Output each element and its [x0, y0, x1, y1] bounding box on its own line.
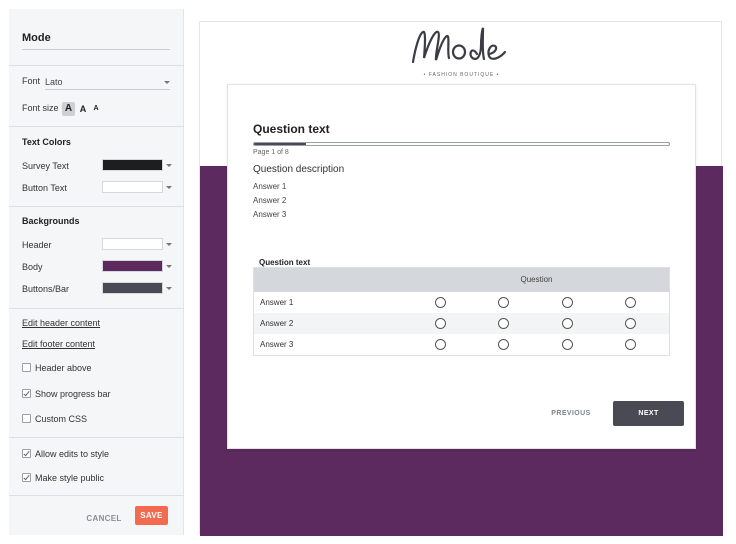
style-editor-app: Mode Font Lato Font size A A A Text Colo…: [0, 0, 736, 544]
font-label: Font: [22, 76, 41, 86]
edit-footer-link[interactable]: Edit footer content: [22, 339, 95, 349]
body-bg-label: Body: [22, 262, 43, 272]
chevron-down-icon[interactable]: [166, 287, 172, 290]
radio-button[interactable]: [498, 318, 509, 329]
matrix-row: Answer 1: [254, 292, 669, 313]
radio-button[interactable]: [562, 318, 573, 329]
save-button[interactable]: SAVE: [135, 506, 168, 525]
divider: [9, 437, 184, 438]
chevron-down-icon[interactable]: [166, 265, 172, 268]
page-indicator: Page 1 of 8: [253, 149, 289, 156]
radio-button[interactable]: [562, 339, 573, 350]
show-progress-bar-checkbox[interactable]: [22, 389, 31, 398]
divider: [9, 126, 184, 127]
matrix-header: Question: [254, 268, 669, 292]
divider: [9, 308, 184, 309]
chevron-down-icon[interactable]: [166, 186, 172, 189]
next-button[interactable]: NEXT: [613, 401, 684, 426]
chevron-down-icon[interactable]: [166, 164, 172, 167]
matrix-table: Question Answer 1 Answer 2 Answer 3: [253, 267, 670, 356]
backgrounds-heading: Backgrounds: [22, 216, 80, 226]
chevron-down-icon[interactable]: [166, 243, 172, 246]
radio-button[interactable]: [435, 318, 446, 329]
allow-edits-checkbox[interactable]: [22, 449, 31, 458]
font-size-label: Font size: [22, 103, 59, 113]
theme-name[interactable]: Mode: [22, 32, 51, 44]
matrix-row-label: Answer 2: [260, 319, 294, 328]
radio-button[interactable]: [562, 297, 573, 308]
button-text-label: Button Text: [22, 183, 67, 193]
survey-card: Question text Page 1 of 8 Question descr…: [227, 84, 696, 449]
theme-name-underline: [22, 49, 170, 50]
answer-item[interactable]: Answer 3: [253, 210, 286, 219]
matrix-question-title: Question text: [259, 258, 311, 267]
radio-button[interactable]: [625, 297, 636, 308]
buttons-bar-bg-label: Buttons/Bar: [22, 284, 70, 294]
font-size-medium-button[interactable]: A: [78, 102, 88, 116]
chevron-down-icon: [164, 81, 170, 84]
matrix-row: Answer 2: [254, 313, 669, 334]
survey-text-color-swatch[interactable]: [102, 159, 163, 171]
divider: [9, 495, 184, 496]
survey-preview: • FASHION BOUTIQUE • Question text Page …: [199, 21, 723, 536]
checkmark-icon: [23, 449, 30, 457]
radio-button[interactable]: [498, 297, 509, 308]
question-description: Question description: [253, 164, 345, 175]
divider: [9, 206, 184, 207]
answer-item[interactable]: Answer 2: [253, 196, 286, 205]
checkmark-icon: [23, 473, 30, 481]
header-above-checkbox[interactable]: [22, 363, 31, 372]
buttons-bar-color-swatch[interactable]: [102, 282, 163, 294]
matrix-row-label: Answer 1: [260, 298, 294, 307]
radio-button[interactable]: [625, 339, 636, 350]
logo-subtitle: • FASHION BOUTIQUE •: [423, 72, 500, 78]
font-select-value: Lato: [45, 77, 63, 87]
radio-button[interactable]: [435, 339, 446, 350]
custom-css-label: Custom CSS: [35, 414, 88, 424]
progress-bar-fill: [254, 143, 306, 145]
header-above-label: Header above: [35, 363, 92, 373]
header-bg-color-swatch[interactable]: [102, 238, 163, 250]
font-size-large-button[interactable]: A: [62, 102, 75, 116]
survey-text-label: Survey Text: [22, 161, 69, 171]
cancel-button[interactable]: CANCEL: [84, 512, 124, 526]
show-progress-bar-label: Show progress bar: [35, 389, 111, 399]
question-title: Question text: [253, 122, 330, 136]
make-public-label: Make style public: [35, 473, 105, 483]
checkmark-icon: [23, 389, 30, 397]
divider: [9, 65, 184, 66]
progress-bar: [253, 142, 670, 146]
body-bg-color-swatch[interactable]: [102, 260, 163, 272]
radio-button[interactable]: [498, 339, 509, 350]
header-bg-label: Header: [22, 240, 52, 250]
matrix-column-header: Question: [520, 275, 553, 284]
radio-button[interactable]: [435, 297, 446, 308]
answer-item[interactable]: Answer 1: [253, 182, 286, 191]
text-colors-heading: Text Colors: [22, 137, 71, 147]
matrix-row-label: Answer 3: [260, 340, 294, 349]
radio-button[interactable]: [625, 318, 636, 329]
make-public-checkbox[interactable]: [22, 473, 31, 482]
button-text-color-swatch[interactable]: [102, 181, 163, 193]
style-sidebar: Mode Font Lato Font size A A A Text Colo…: [9, 9, 184, 535]
previous-button[interactable]: PREVIOUS: [546, 407, 596, 421]
font-size-small-button[interactable]: A: [91, 102, 101, 116]
matrix-row: Answer 3: [254, 334, 669, 355]
custom-css-checkbox[interactable]: [22, 414, 31, 423]
mode-logo: [411, 27, 507, 64]
edit-header-link[interactable]: Edit header content: [22, 318, 100, 328]
font-select[interactable]: Lato: [45, 76, 170, 90]
allow-edits-label: Allow edits to style: [35, 449, 110, 459]
